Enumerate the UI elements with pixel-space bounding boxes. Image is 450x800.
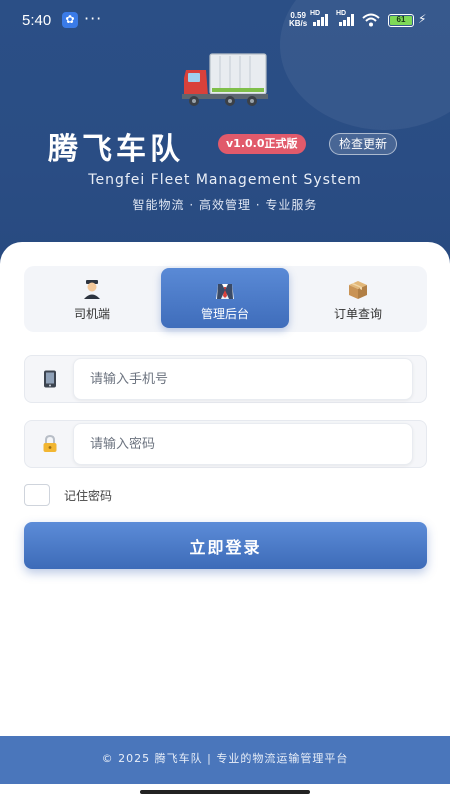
system-nav-bar [0, 784, 450, 800]
version-badge: v1.0.0正式版 [218, 134, 306, 154]
charging-icon: ⚡ [418, 12, 427, 26]
app-subtitle: Tengfei Fleet Management System [88, 172, 362, 188]
tab-order-query[interactable]: 订单查询 [294, 268, 422, 328]
package-icon [294, 278, 422, 300]
truck-icon [182, 53, 268, 106]
login-button[interactable]: 立即登录 [24, 522, 427, 569]
lock-icon [41, 434, 59, 453]
login-card: 司机端 管理后台 订单查询 请输入手机号 记住密码 立即登录 [0, 242, 450, 736]
password-input[interactable] [73, 423, 413, 465]
role-tabs: 司机端 管理后台 订单查询 [24, 266, 427, 332]
network-speed: 0.59 KB/s [289, 11, 308, 28]
check-update-button[interactable]: 检查更新 [329, 133, 398, 155]
tab-order-query-label: 订单查询 [333, 307, 382, 321]
more-notifications-icon: ··· [84, 9, 103, 28]
status-time: 5:40 [22, 12, 52, 29]
driver-icon [28, 278, 156, 300]
tab-admin-label: 管理后台 [200, 307, 249, 321]
password-field [24, 420, 427, 468]
baidu-paw-icon: ✿ [62, 12, 78, 28]
phone-icon [41, 370, 59, 388]
signal-sim2-icon: HD [336, 10, 356, 26]
phone-field [24, 355, 427, 403]
status-bar: 5:40 ✿ ··· 0.59 KB/s HD HD 61 ⚡ [0, 0, 450, 40]
app-title: 腾飞车队 [48, 132, 184, 167]
phone-input[interactable] [73, 358, 413, 400]
wifi-icon [362, 13, 380, 27]
manager-icon [161, 278, 289, 300]
home-gesture-handle[interactable] [140, 790, 310, 794]
footer-text: © 2025 腾飞车队 | 专业的物流运输管理平台 [101, 752, 349, 765]
header-banner: 5:40 ✿ ··· 0.59 KB/s HD HD 61 ⚡ 腾飞车队 v1.… [0, 0, 450, 270]
tab-driver[interactable]: 司机端 [28, 268, 156, 328]
signal-sim1-icon: HD [310, 10, 330, 26]
battery-icon: 61 [388, 14, 414, 27]
footer: © 2025 腾飞车队 | 专业的物流运输管理平台 [0, 736, 450, 784]
remember-checkbox[interactable] [24, 484, 50, 506]
app-tagline: 智能物流 · 高效管理 · 专业服务 [132, 198, 318, 212]
tab-admin[interactable]: 管理后台 [161, 268, 289, 328]
remember-label[interactable]: 记住密码 [64, 487, 112, 504]
tab-driver-label: 司机端 [73, 307, 110, 321]
